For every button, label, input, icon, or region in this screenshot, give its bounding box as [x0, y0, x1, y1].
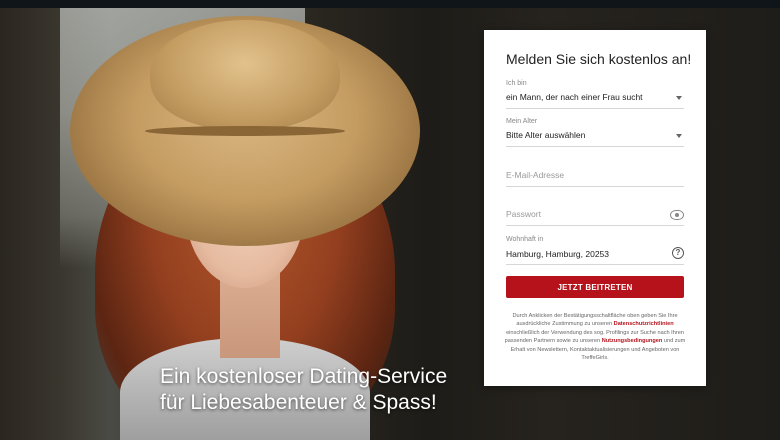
hero-headline: Ein kostenloser Dating-Service für Liebe… — [160, 364, 490, 416]
join-now-button[interactable]: JETZT BEITRETEN — [506, 276, 684, 298]
legal-notice: Durch Anklicken der Bestätigungsschaltfl… — [502, 312, 688, 362]
location-value: Hamburg, Hamburg, 20253 — [506, 249, 610, 259]
form-title: Melden Sie sich kostenlos an! — [506, 51, 692, 67]
age-select[interactable]: Mein Alter Bitte Alter auswählen — [506, 118, 684, 147]
email-field[interactable]: E-Mail-Adresse — [506, 168, 684, 187]
chevron-down-icon — [676, 96, 682, 100]
hero-headline-line-2: für Liebesabenteuer & Spass! — [160, 391, 437, 414]
photo-hat-crown — [150, 20, 340, 130]
hero-headline-line-1: Ein kostenloser Dating-Service — [160, 365, 448, 388]
password-field[interactable]: Passwort — [506, 207, 684, 226]
privacy-policy-link[interactable]: Datenschutzrichtlinien — [614, 321, 674, 327]
location-field[interactable]: Wohnhaft in Hamburg, Hamburg, 20253 ? — [506, 236, 684, 265]
seeking-value: ein Mann, der nach einer Frau sucht — [506, 92, 643, 102]
password-placeholder: Passwort — [506, 209, 541, 219]
photo-hat-band — [145, 126, 345, 136]
chevron-down-icon — [676, 134, 682, 138]
email-placeholder: E-Mail-Adresse — [506, 170, 565, 180]
age-label: Mein Alter — [506, 118, 538, 125]
seeking-label: Ich bin — [506, 80, 527, 87]
help-icon[interactable]: ? — [672, 247, 684, 259]
signup-form: Melden Sie sich kostenlos an! Ich bin ei… — [484, 30, 706, 386]
location-label: Wohnhaft in — [506, 236, 544, 243]
seeking-select[interactable]: Ich bin ein Mann, der nach einer Frau su… — [506, 80, 684, 109]
terms-of-use-link[interactable]: Nutzungsbedingungen — [602, 338, 663, 344]
show-password-eye-icon[interactable] — [670, 210, 684, 220]
age-value: Bitte Alter auswählen — [506, 130, 586, 140]
top-bar — [0, 0, 780, 8]
